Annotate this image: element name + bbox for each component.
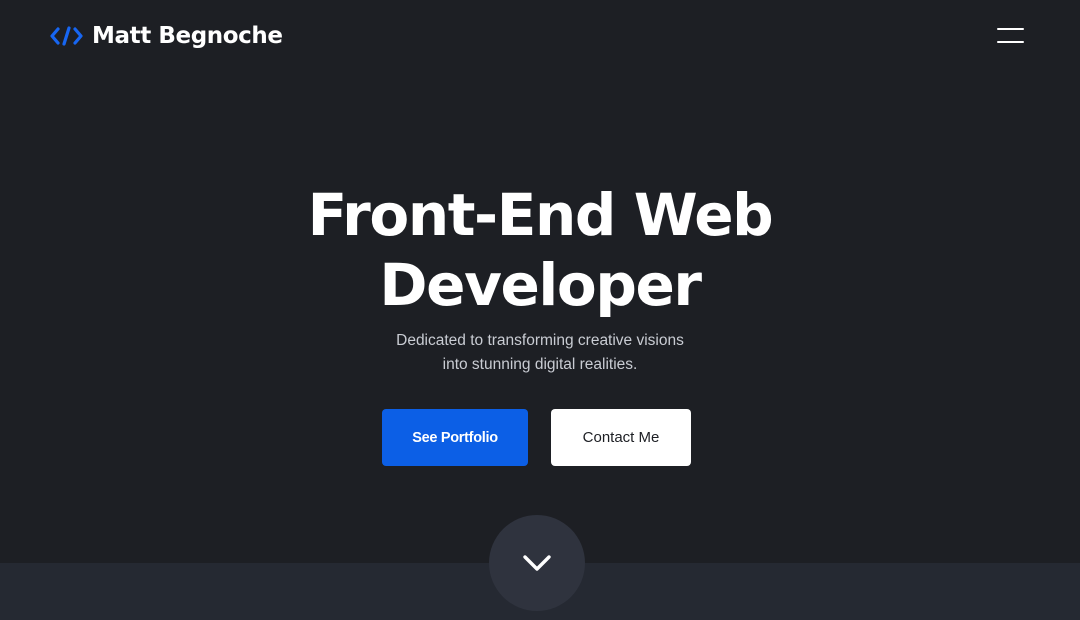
see-portfolio-button[interactable]: See Portfolio [382, 409, 528, 466]
page: Matt Begnoche Front-End Web Developer De… [0, 0, 1080, 620]
site-name: Matt Begnoche [92, 23, 283, 49]
logo-link[interactable]: Matt Begnoche [50, 20, 283, 52]
contact-me-button[interactable]: Contact Me [551, 409, 691, 466]
hero-subtitle: Dedicated to transforming creative visio… [340, 329, 740, 377]
menu-line-bottom [997, 41, 1024, 43]
hero-subtitle-line-1: Dedicated to transforming creative visio… [396, 332, 684, 349]
menu-line-top [997, 28, 1024, 30]
code-brackets-icon [50, 26, 83, 46]
hero-title-line-2: Developer [379, 251, 702, 319]
chevron-down-icon [523, 555, 551, 571]
hero-title: Front-End Web Developer [0, 180, 1080, 320]
hero-subtitle-line-2: into stunning digital realities. [442, 356, 638, 373]
hamburger-menu-icon[interactable] [994, 24, 1026, 48]
site-header: Matt Begnoche [0, 0, 1080, 72]
hero-title-line-1: Front-End Web [307, 181, 774, 249]
scroll-down-button[interactable] [489, 515, 585, 611]
